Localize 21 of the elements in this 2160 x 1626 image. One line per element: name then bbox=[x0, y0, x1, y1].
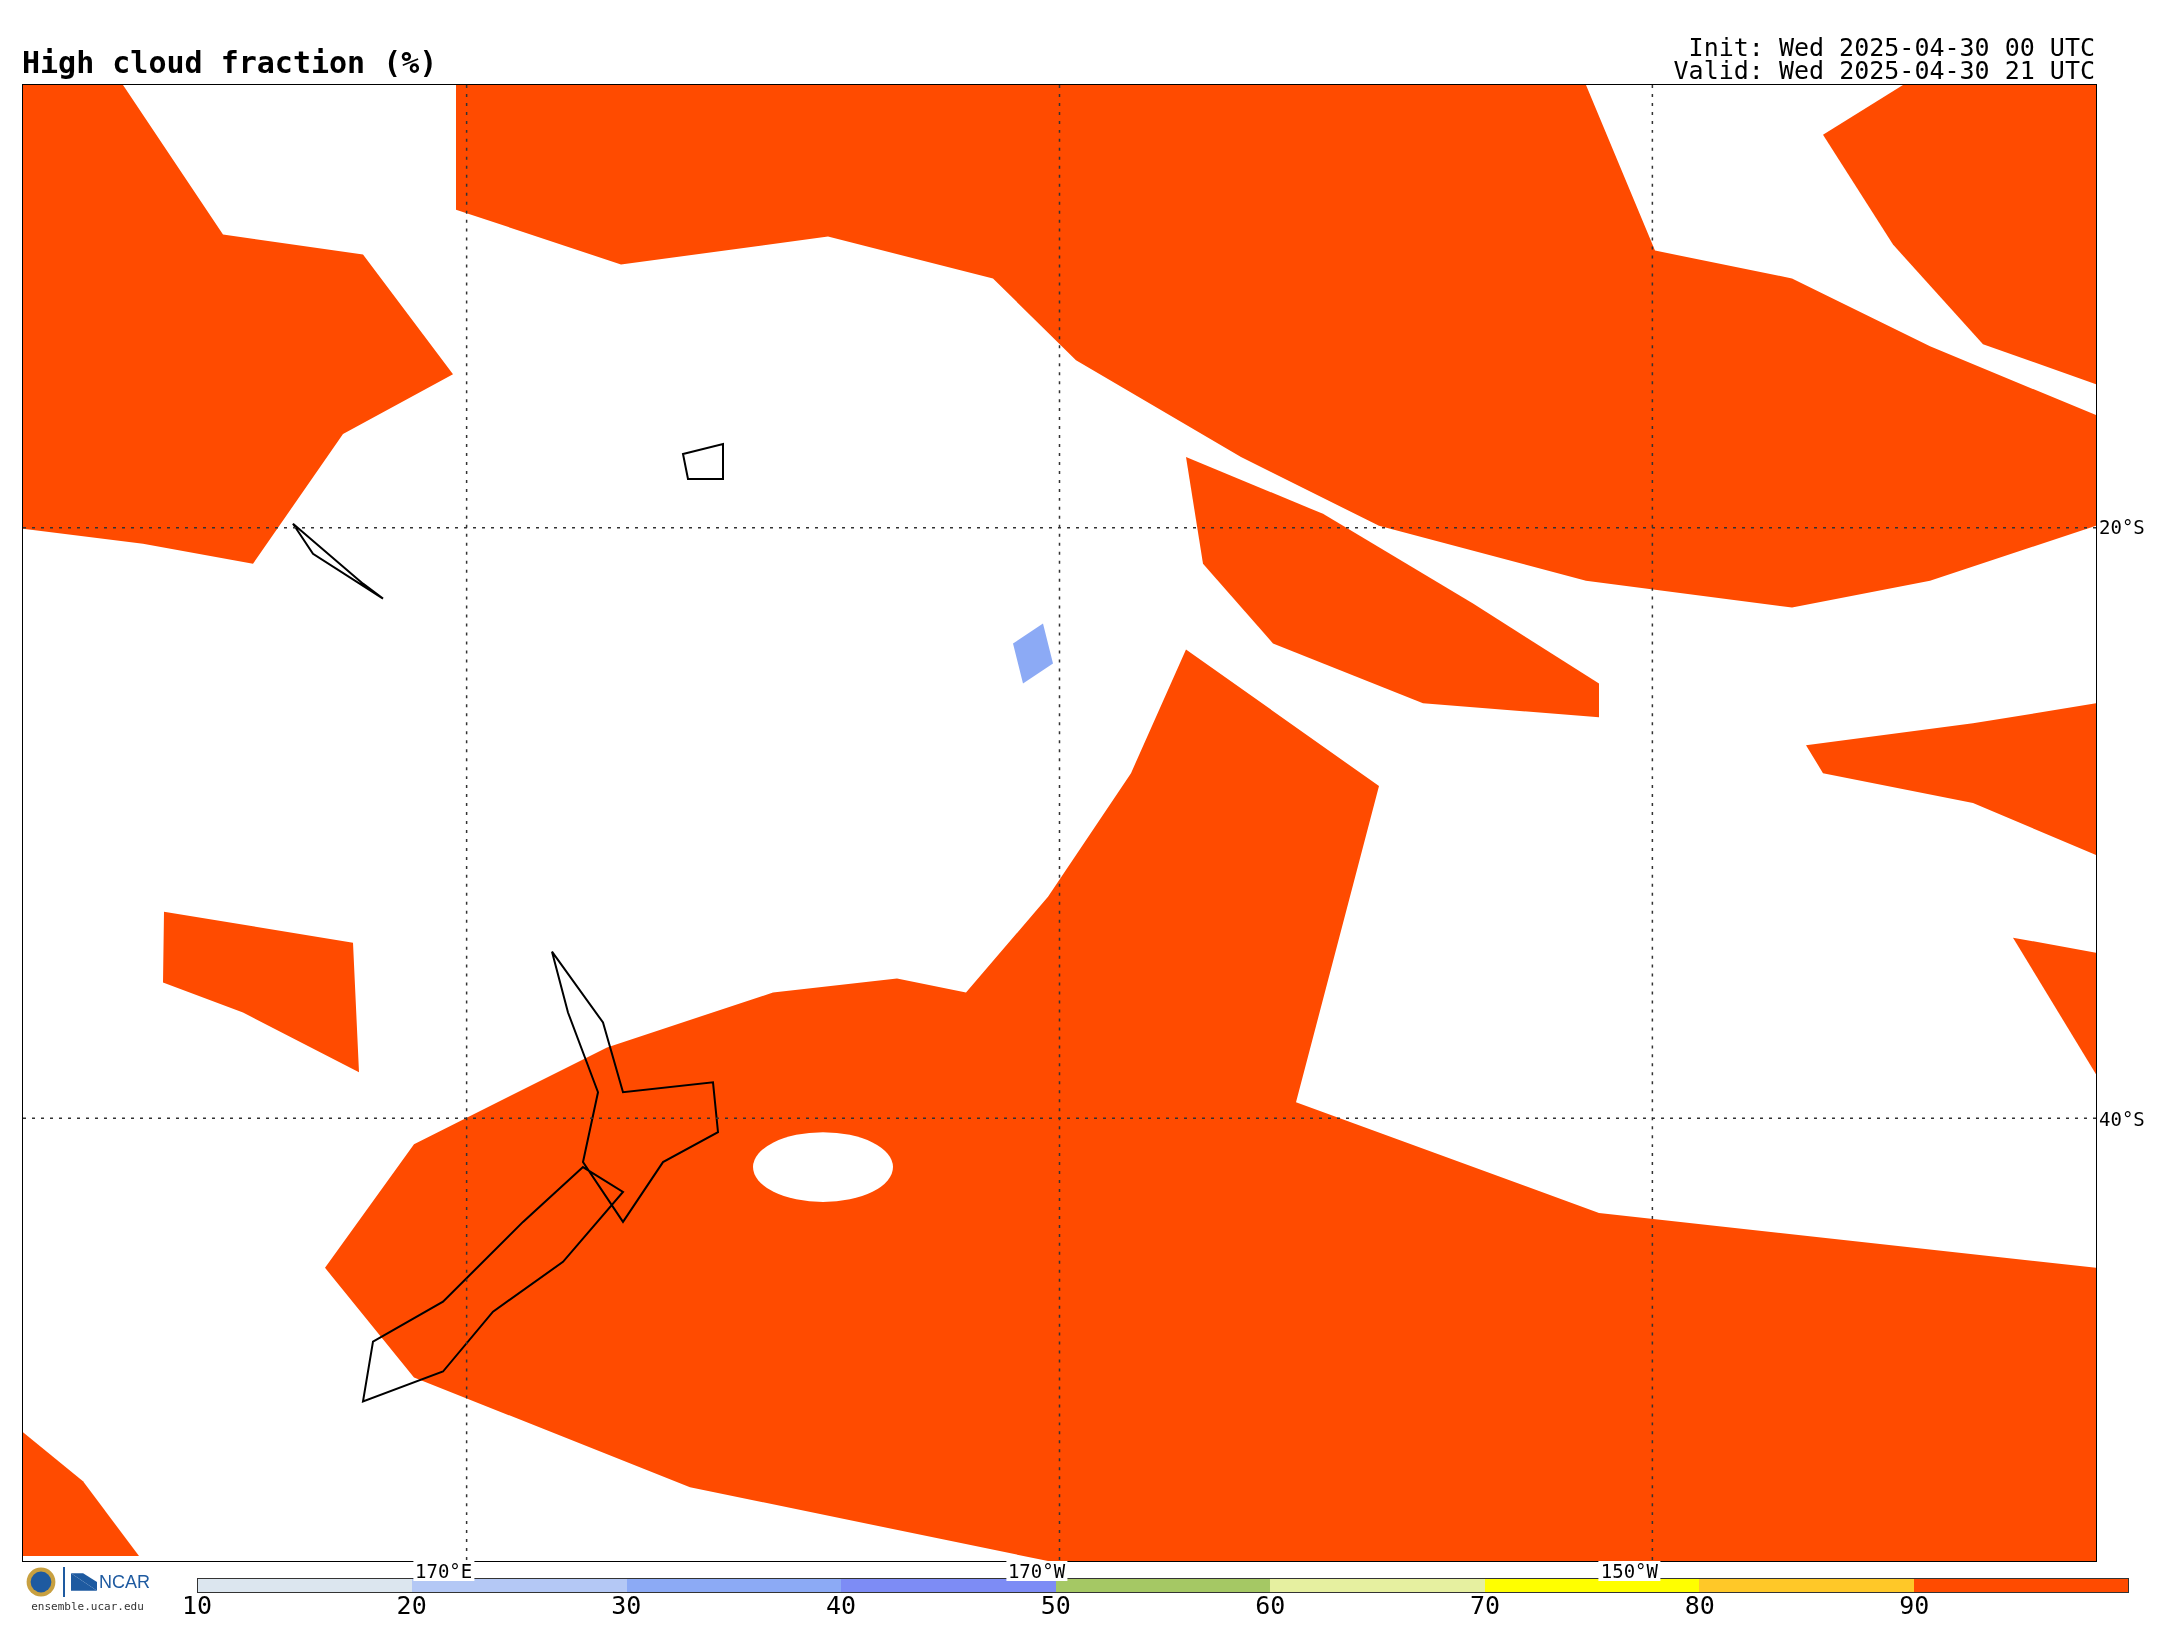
longitude-label: 170°W bbox=[1005, 1561, 1068, 1581]
seal-icon bbox=[25, 1566, 57, 1598]
colorbar-tick: 60 bbox=[1255, 1593, 1286, 1619]
chart-title: High cloud fraction (%) bbox=[22, 48, 438, 82]
valid-time: Valid: Wed 2025-04-30 21 UTC bbox=[1673, 59, 2095, 82]
flag-icon bbox=[71, 1573, 97, 1591]
colorbar-tick: 80 bbox=[1684, 1593, 1715, 1619]
colorbar-tick: 70 bbox=[1470, 1593, 1501, 1619]
longitude-label: 150°W bbox=[1598, 1561, 1660, 1581]
website-text: ensemble.ucar.edu bbox=[31, 1600, 144, 1613]
colorbar-tick: 40 bbox=[825, 1593, 857, 1619]
colorbar-tick: 50 bbox=[1040, 1593, 1071, 1619]
init-time: Init: Wed 2025-04-30 00 UTC bbox=[1688, 36, 2095, 59]
longitude-label: 170°E bbox=[413, 1561, 475, 1581]
latitude-label: 20°S bbox=[2099, 516, 2145, 539]
colorbar-tick: 90 bbox=[1899, 1593, 1930, 1619]
colorbar-tick: 20 bbox=[396, 1593, 427, 1619]
colorbar-tick: 10 bbox=[181, 1593, 213, 1619]
colorbar-tick: 30 bbox=[611, 1593, 642, 1619]
logo-text: NCAR bbox=[99, 1571, 150, 1593]
latitude-label: 40°S bbox=[2099, 1107, 2145, 1130]
